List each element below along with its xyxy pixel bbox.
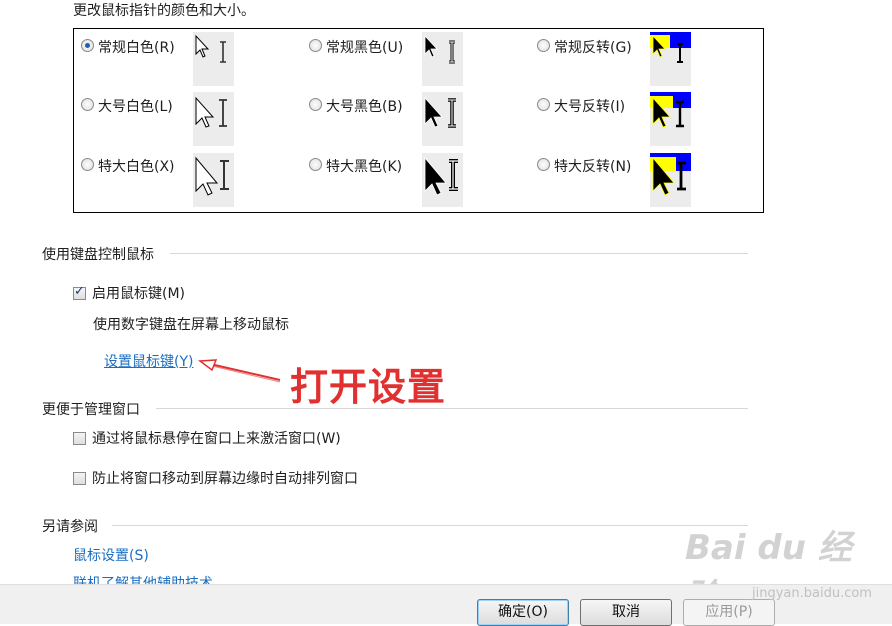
radio-xlarge-black[interactable]	[309, 158, 322, 171]
pointer-preview-xlarge-invert	[650, 153, 691, 207]
scheme-label: 特大白色(X)	[98, 159, 175, 175]
pointer-preview-large-invert	[650, 92, 691, 146]
hover-activate-label: 通过将鼠标悬停在窗口上来激活窗口(W)	[92, 431, 341, 447]
scheme-option-large-invert[interactable]: 大号反转(I)	[537, 96, 625, 116]
section-divider	[170, 253, 748, 254]
prevent-snap-checkbox[interactable]	[73, 471, 86, 485]
keyboard-section-heading: 使用键盘控制鼠标	[42, 247, 154, 263]
watermark-site: jingyan.baidu.com	[752, 586, 872, 601]
scheme-label: 大号白色(L)	[98, 99, 173, 115]
pointer-preview-large-white	[193, 92, 234, 146]
scheme-option-large-black[interactable]: 大号黑色(B)	[309, 96, 403, 116]
baidu-watermark: Bai du 经验	[685, 520, 885, 617]
scheme-label: 常规反转(G)	[554, 40, 632, 56]
section-divider	[156, 408, 748, 409]
setup-mouse-keys-link[interactable]: 设置鼠标键(Y)	[104, 351, 193, 371]
section-divider	[112, 525, 748, 526]
cancel-button[interactable]: 取消	[580, 599, 672, 626]
radio-large-white[interactable]	[81, 98, 94, 111]
pointer-scheme-group: 常规白色(R) 常规黑色(U) 常规反转(G) 大号白色(L) 大号黑色(B) …	[73, 28, 764, 213]
scheme-option-normal-invert[interactable]: 常规反转(G)	[537, 37, 632, 57]
radio-normal-invert[interactable]	[537, 39, 550, 52]
radio-large-black[interactable]	[309, 98, 322, 111]
see-also-heading: 另请参阅	[42, 519, 98, 535]
pointer-preview-normal-invert	[650, 32, 691, 86]
scheme-label: 特大黑色(K)	[326, 159, 403, 175]
pointer-preview-xlarge-white	[193, 153, 234, 207]
radio-normal-black[interactable]	[309, 39, 322, 52]
scheme-option-normal-black[interactable]: 常规黑色(U)	[309, 37, 403, 57]
pointer-preview-xlarge-black	[422, 153, 463, 207]
window-section-heading: 更便于管理窗口	[42, 402, 140, 418]
pointer-preview-large-black	[422, 92, 463, 146]
apply-button[interactable]: 应用(P)	[683, 599, 775, 626]
radio-xlarge-invert[interactable]	[537, 158, 550, 171]
scheme-option-normal-white[interactable]: 常规白色(R)	[81, 37, 175, 57]
scheme-label: 常规白色(R)	[98, 40, 175, 56]
enable-mouse-keys-checkbox[interactable]	[73, 284, 86, 300]
scheme-option-large-white[interactable]: 大号白色(L)	[81, 96, 173, 116]
page-title: 更改鼠标指针的颜色和大小。	[73, 3, 255, 19]
hover-activate-checkbox[interactable]	[73, 431, 86, 445]
enable-mouse-keys-row[interactable]: 启用鼠标键(M)	[73, 283, 185, 303]
scheme-label: 大号黑色(B)	[326, 99, 403, 115]
scheme-label: 特大反转(N)	[554, 159, 632, 175]
scheme-option-xlarge-invert[interactable]: 特大反转(N)	[537, 156, 631, 176]
scheme-label: 常规黑色(U)	[326, 40, 404, 56]
scheme-option-xlarge-black[interactable]: 特大黑色(K)	[309, 156, 402, 176]
pointer-preview-normal-white	[193, 32, 234, 86]
radio-normal-white[interactable]	[81, 39, 94, 52]
mouse-settings-link[interactable]: 鼠标设置(S)	[73, 545, 149, 565]
prevent-snap-label: 防止将窗口移动到屏幕边缘时自动排列窗口	[92, 471, 358, 487]
annotation-text: 打开设置	[290, 365, 447, 409]
radio-xlarge-white[interactable]	[81, 158, 94, 171]
ok-button[interactable]: 确定(O)	[477, 599, 569, 626]
radio-large-invert[interactable]	[537, 98, 550, 111]
enable-mouse-keys-label: 启用鼠标键(M)	[92, 286, 186, 302]
scheme-option-xlarge-white[interactable]: 特大白色(X)	[81, 156, 175, 176]
scheme-label: 大号反转(I)	[554, 99, 626, 115]
annotation-arrow	[197, 359, 281, 383]
pointer-preview-normal-black	[422, 32, 463, 86]
mouse-keys-description: 使用数字键盘在屏幕上移动鼠标	[93, 317, 289, 333]
prevent-snap-row[interactable]: 防止将窗口移动到屏幕边缘时自动排列窗口	[73, 468, 358, 488]
hover-activate-row[interactable]: 通过将鼠标悬停在窗口上来激活窗口(W)	[73, 428, 341, 448]
